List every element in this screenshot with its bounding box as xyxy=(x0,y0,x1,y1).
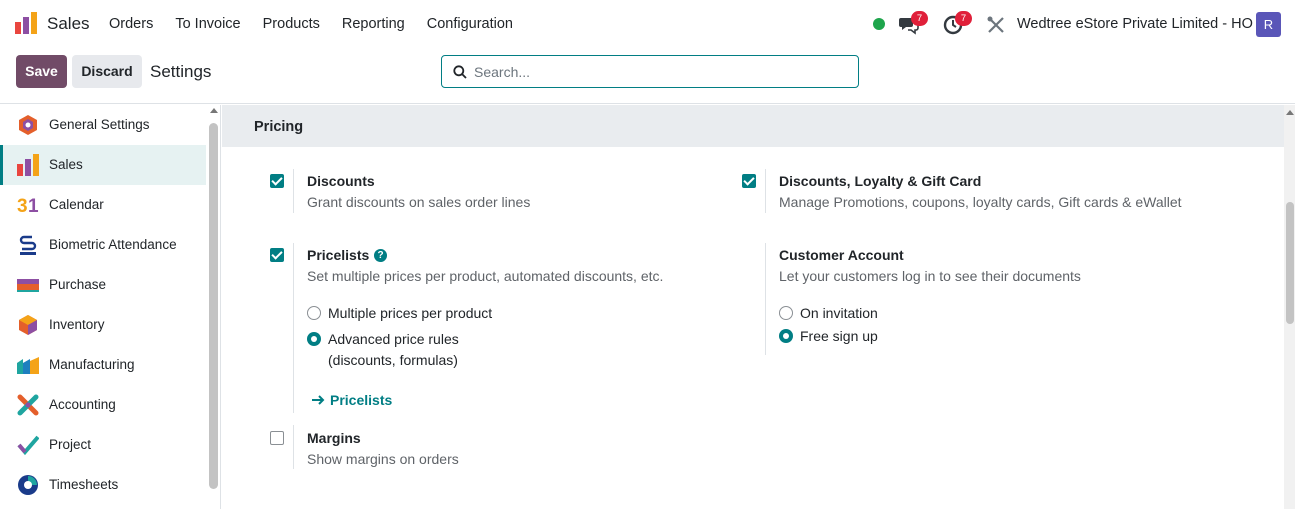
biometric-icon xyxy=(19,235,37,255)
sidebar-item-inventory[interactable]: Inventory xyxy=(0,305,206,345)
main-scrollbar[interactable] xyxy=(1284,105,1295,509)
manufacturing-icon xyxy=(17,357,39,374)
settings-content: Pricing Discounts Grant discounts on sal… xyxy=(222,105,1295,509)
discounts-checkbox[interactable] xyxy=(270,174,284,188)
sidebar-item-general-settings[interactable]: General Settings xyxy=(0,105,206,145)
inventory-icon xyxy=(19,315,37,335)
svg-text:3: 3 xyxy=(17,196,28,216)
loyalty-desc: Manage Promotions, coupons, loyalty card… xyxy=(779,194,1182,210)
sidebar-item-timesheets[interactable]: Timesheets xyxy=(0,465,206,505)
pricelists-desc: Set multiple prices per product, automat… xyxy=(307,268,664,284)
svg-text:1: 1 xyxy=(28,196,39,216)
divider xyxy=(293,425,294,469)
discounts-title: Discounts xyxy=(307,173,375,189)
loyalty-checkbox[interactable] xyxy=(742,174,756,188)
margins-checkbox[interactable] xyxy=(270,431,284,445)
main-menu: Orders To Invoice Products Reporting Con… xyxy=(109,16,535,32)
save-button[interactable]: Save xyxy=(16,55,67,88)
scroll-up-arrow-icon[interactable] xyxy=(210,108,218,113)
project-icon xyxy=(17,435,39,456)
sales-app-icon[interactable] xyxy=(15,12,37,34)
sidebar-item-biometric-attendance[interactable]: Biometric Attendance xyxy=(0,225,206,265)
radio-label-on-invitation[interactable]: On invitation xyxy=(800,305,878,321)
discounts-desc: Grant discounts on sales order lines xyxy=(307,194,531,210)
radio-label-advanced-rules-sub: (discounts, formulas) xyxy=(328,352,458,368)
pricelists-link[interactable]: Pricelists xyxy=(330,392,392,408)
divider xyxy=(293,243,294,413)
messages-badge: 7 xyxy=(911,11,928,26)
radio-label-free-sign-up[interactable]: Free sign up xyxy=(800,328,878,344)
loyalty-title: Discounts, Loyalty & Gift Card xyxy=(779,173,982,189)
divider xyxy=(765,243,766,355)
discard-button[interactable]: Discard xyxy=(72,55,142,88)
search-icon xyxy=(453,65,467,79)
calendar-icon: 3 1 xyxy=(17,196,39,216)
radio-multiple-prices[interactable] xyxy=(307,306,321,320)
sidebar-scrollbar[interactable] xyxy=(206,105,221,509)
control-panel: Save Discard Settings xyxy=(0,48,1295,104)
pricelists-checkbox[interactable] xyxy=(270,248,284,262)
sidebar-item-purchase[interactable]: Purchase xyxy=(0,265,206,305)
radio-on-invitation[interactable] xyxy=(779,306,793,320)
section-header-pricing: Pricing xyxy=(222,105,1284,147)
app-name[interactable]: Sales xyxy=(47,14,90,34)
customer-account-desc: Let your customers log in to see their d… xyxy=(779,268,1081,284)
general-settings-icon xyxy=(19,115,37,135)
user-avatar[interactable]: R xyxy=(1256,12,1281,37)
menu-reporting[interactable]: Reporting xyxy=(342,16,405,32)
accounting-icon xyxy=(17,394,39,416)
sidebar-item-project[interactable]: Project xyxy=(0,425,206,465)
company-switcher[interactable]: Wedtree eStore Private Limited - HO xyxy=(1017,16,1253,32)
arrow-right-icon xyxy=(312,395,325,405)
search-box xyxy=(441,55,859,88)
purchase-icon xyxy=(17,279,39,292)
main-scroll-thumb[interactable] xyxy=(1286,202,1294,324)
radio-advanced-price-rules[interactable] xyxy=(307,332,321,346)
activities-badge: 7 xyxy=(955,11,972,26)
sidebar-item-accounting[interactable]: Accounting xyxy=(0,385,206,425)
customer-account-title: Customer Account xyxy=(779,247,904,263)
sidebar-item-sales[interactable]: Sales xyxy=(0,145,206,185)
top-navbar: Sales Orders To Invoice Products Reporti… xyxy=(0,0,1295,48)
sidebar-scroll-thumb[interactable] xyxy=(209,123,218,489)
online-status-icon xyxy=(873,18,885,30)
menu-products[interactable]: Products xyxy=(263,16,320,32)
menu-configuration[interactable]: Configuration xyxy=(427,16,513,32)
margins-title: Margins xyxy=(307,430,361,446)
tools-icon[interactable] xyxy=(985,14,1007,36)
radio-label-multiple-prices[interactable]: Multiple prices per product xyxy=(328,305,492,321)
search-input[interactable] xyxy=(474,61,844,83)
pricelists-title: Pricelists xyxy=(307,247,370,263)
breadcrumb: Settings xyxy=(150,62,212,81)
divider xyxy=(293,169,294,213)
radio-free-sign-up[interactable] xyxy=(779,329,793,343)
sidebar-item-calendar[interactable]: 3 1 Calendar xyxy=(0,185,206,225)
margins-desc: Show margins on orders xyxy=(307,451,459,467)
sales-icon xyxy=(17,154,39,176)
timesheets-icon xyxy=(18,475,38,495)
scroll-up-arrow-icon[interactable] xyxy=(1286,110,1294,115)
section-title: Pricing xyxy=(254,119,304,135)
help-icon[interactable]: ? xyxy=(374,249,387,262)
menu-orders[interactable]: Orders xyxy=(109,16,153,32)
divider xyxy=(765,169,766,213)
sidebar-item-manufacturing[interactable]: Manufacturing xyxy=(0,345,206,385)
menu-to-invoice[interactable]: To Invoice xyxy=(175,16,240,32)
settings-sidebar: General Settings Sales 3 1 Calendar Biom… xyxy=(0,105,221,509)
radio-label-advanced-rules[interactable]: Advanced price rules xyxy=(328,331,459,347)
